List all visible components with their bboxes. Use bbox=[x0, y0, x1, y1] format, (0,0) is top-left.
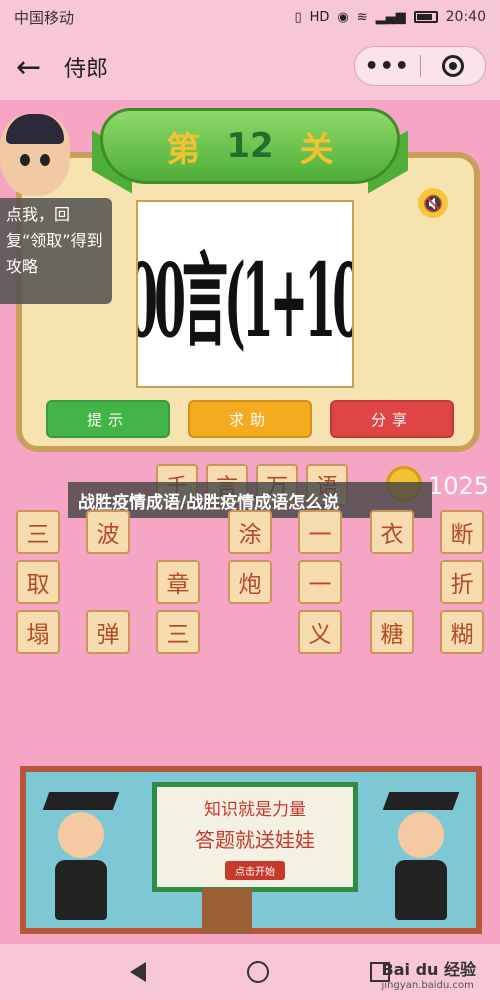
character-tile[interactable]: 弹 bbox=[86, 610, 130, 654]
close-mini-program-button[interactable] bbox=[421, 55, 486, 77]
more-options-button[interactable]: ••• bbox=[355, 54, 420, 79]
puzzle-image: 1000言(1+10吾) bbox=[136, 200, 354, 388]
mascot-avatar[interactable] bbox=[0, 114, 70, 196]
level-ribbon: 第 12 关 bbox=[100, 108, 400, 184]
battery-icon bbox=[413, 11, 438, 23]
baidu-watermark: Bai du 经验 jingyan.baidu.com bbox=[382, 956, 476, 991]
mini-program-capsule: ••• bbox=[354, 46, 486, 86]
page-title: 侍郎 bbox=[64, 57, 109, 82]
ad-line-1: 知识就是力量 bbox=[204, 799, 306, 820]
puzzle-text: 1000言(1+10吾) bbox=[138, 241, 352, 360]
ad-line-2: 答题就送娃娃 bbox=[195, 827, 315, 852]
status-icons: ▯ HD ◉ ≋ ▂▄▆ 20:40 bbox=[294, 9, 486, 25]
character-tile[interactable]: 义 bbox=[298, 610, 342, 654]
sound-toggle-icon[interactable]: 🔇 bbox=[418, 188, 448, 218]
eye-icon: ◉ bbox=[337, 9, 349, 25]
strategy-tip[interactable]: 点我，回复“领取”得到攻略 bbox=[0, 198, 112, 304]
target-icon bbox=[441, 55, 464, 77]
character-tile[interactable]: 波 bbox=[86, 510, 130, 554]
status-bar: 中国移动 ▯ HD ◉ ≋ ▂▄▆ 20:40 bbox=[0, 0, 500, 34]
back-arrow-icon[interactable]: ← bbox=[16, 50, 56, 85]
character-tile[interactable]: 糖 bbox=[370, 610, 414, 654]
share-button[interactable]: 分享 bbox=[330, 400, 454, 438]
clock: 20:40 bbox=[445, 9, 486, 25]
character-tile[interactable]: 断 bbox=[440, 510, 484, 554]
mascot-eye bbox=[20, 154, 30, 166]
level-prefix: 第 bbox=[166, 129, 201, 170]
watermark-url: jingyan.baidu.com bbox=[381, 980, 474, 991]
chalkboard: 知识就是力量 答题就送娃娃 点击开始 bbox=[152, 782, 358, 892]
level-number: 12 bbox=[226, 126, 274, 166]
character-tile[interactable]: 三 bbox=[156, 610, 200, 654]
character-tile[interactable]: 章 bbox=[156, 560, 200, 604]
nav-home-icon[interactable] bbox=[246, 961, 269, 983]
vibrate-icon: ▯ bbox=[294, 9, 302, 25]
app-bar: ← 侍郎 ••• bbox=[0, 34, 500, 100]
nav-back-icon[interactable] bbox=[130, 962, 147, 982]
graduate-boy-illustration bbox=[42, 792, 120, 922]
character-tile[interactable]: 塌 bbox=[16, 610, 60, 654]
character-tile[interactable]: 折 bbox=[440, 560, 484, 604]
mascot-eye bbox=[40, 154, 50, 166]
character-tile[interactable]: 涂 bbox=[228, 510, 272, 554]
carrier-label: 中国移动 bbox=[14, 8, 75, 27]
hint-button[interactable]: 提示 bbox=[46, 400, 170, 438]
signal-icon: ▂▄▆ bbox=[375, 9, 406, 25]
character-tile[interactable]: 衣 bbox=[370, 510, 414, 554]
character-tile[interactable]: 取 bbox=[16, 560, 60, 604]
hd-icon: HD bbox=[309, 9, 330, 25]
character-tile[interactable]: 糊 bbox=[440, 610, 484, 654]
graduate-girl-illustration bbox=[382, 792, 460, 922]
character-tile[interactable]: 三 bbox=[16, 510, 60, 554]
ad-banner[interactable]: 知识就是力量 答题就送娃娃 点击开始 bbox=[20, 766, 482, 934]
ad-start-button[interactable]: 点击开始 bbox=[225, 860, 285, 880]
coin-count: 1025 bbox=[428, 472, 490, 500]
character-tile[interactable]: 一 bbox=[298, 510, 342, 554]
podium bbox=[202, 888, 252, 934]
character-tile[interactable]: 炮 bbox=[228, 560, 272, 604]
watermark-brand: Bai du 经验 bbox=[381, 960, 476, 979]
level-suffix: 关 bbox=[299, 129, 334, 170]
wifi-icon: ≋ bbox=[356, 9, 368, 25]
help-button[interactable]: 求助 bbox=[188, 400, 312, 438]
character-tile[interactable]: 一 bbox=[298, 560, 342, 604]
